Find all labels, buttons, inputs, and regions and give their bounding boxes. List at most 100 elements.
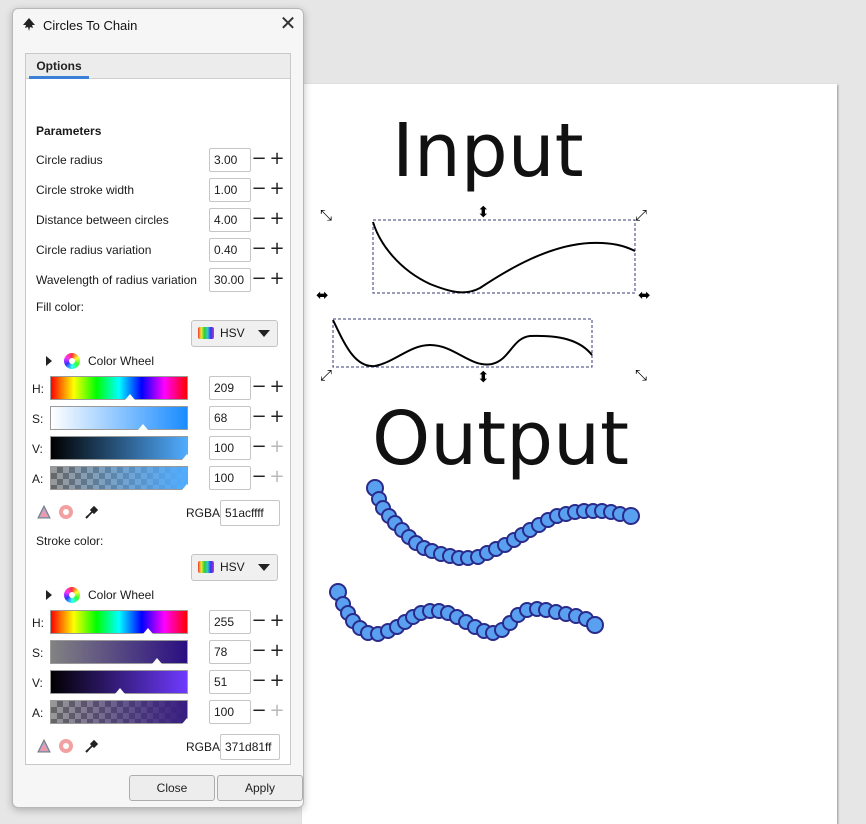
stroke-color-wheel-toggle[interactable]: Color Wheel (46, 585, 246, 605)
scale-handle-n-icon[interactable]: ⬍ (477, 205, 490, 220)
fill-color-wheel-toggle[interactable]: Color Wheel (46, 351, 246, 371)
minus-icon[interactable]: − (250, 178, 268, 202)
scale-handle-s-icon[interactable]: ⬍ (477, 370, 490, 385)
fill-alpha-slider[interactable] (50, 466, 192, 490)
stroke-mode-dropdown[interactable]: HSV (191, 554, 278, 581)
circle-radius-input[interactable]: 3.00 (209, 148, 251, 172)
stroke-rgba-input[interactable]: 371d81ff (220, 734, 280, 760)
plus-icon[interactable]: + (268, 406, 286, 430)
fill-rgba-input[interactable]: 51acffff (220, 500, 280, 526)
plus-icon[interactable]: + (268, 148, 286, 172)
stroke-saturation-input[interactable]: 78 (209, 640, 251, 664)
slider-knob[interactable] (125, 394, 135, 400)
color-wheel-icon (64, 587, 80, 603)
no-color-icon[interactable] (58, 504, 74, 520)
wavelength-input[interactable]: 30.00 (209, 268, 251, 292)
input-curve-top[interactable] (372, 221, 636, 294)
slider-knob[interactable] (182, 718, 192, 724)
slider-knob[interactable] (115, 688, 125, 694)
plus-icon[interactable]: + (268, 640, 286, 664)
scale-handle-sw-icon[interactable]: ⤢ (320, 368, 332, 383)
plus-icon[interactable]: + (268, 670, 286, 694)
parameters-heading: Parameters (36, 124, 102, 138)
fill-hue-input[interactable]: 209 (209, 376, 251, 400)
selection-bbox-bottom (332, 318, 593, 368)
plus-icon[interactable]: + (268, 610, 286, 634)
stroke-alpha-row: A: 100 − + (32, 700, 286, 726)
fill-alpha-input[interactable]: 100 (209, 466, 251, 490)
stroke-alpha-input[interactable]: 100 (209, 700, 251, 724)
hue-label: H: (32, 382, 44, 396)
plus-icon[interactable]: + (268, 376, 286, 400)
param-label: Wavelength of radius variation (36, 273, 197, 287)
plus-icon[interactable]: + (268, 178, 286, 202)
minus-icon[interactable]: − (250, 640, 268, 664)
param-row-radius-variation: Circle radius variation 0.40 − + (36, 238, 286, 262)
fill-saturation-input[interactable]: 68 (209, 406, 251, 430)
fill-value-slider[interactable] (50, 436, 192, 460)
apply-button[interactable]: Apply (217, 775, 303, 801)
scale-handle-w-icon[interactable]: ⬌ (316, 288, 329, 303)
stroke-value-slider[interactable] (50, 670, 188, 694)
fill-saturation-slider[interactable] (50, 406, 188, 430)
stroke-mode-label: HSV (220, 560, 245, 574)
slider-knob[interactable] (182, 454, 192, 460)
dialog-titlebar[interactable]: Circles To Chain ✕ (13, 9, 303, 43)
minus-icon[interactable]: − (250, 610, 268, 634)
minus-icon[interactable]: − (250, 268, 268, 292)
plus-icon[interactable]: + (268, 238, 286, 262)
circles-to-chain-dialog: Circles To Chain ✕ Options Parameters Ci… (12, 8, 304, 808)
no-color-icon[interactable] (58, 738, 74, 754)
scale-handle-nw-icon[interactable]: ⤡ (320, 208, 332, 223)
stroke-value-input[interactable]: 51 (209, 670, 251, 694)
minus-icon[interactable]: − (250, 466, 268, 490)
gamut-triangle-icon[interactable] (36, 504, 52, 520)
circle-chains[interactable] (329, 479, 640, 642)
distance-input[interactable]: 4.00 (209, 208, 251, 232)
saturation-label: S: (32, 646, 44, 660)
slider-knob[interactable] (152, 658, 162, 664)
slider-knob[interactable] (138, 424, 148, 430)
stroke-hue-slider[interactable] (50, 610, 188, 634)
minus-icon[interactable]: − (250, 376, 268, 400)
param-row-wavelength: Wavelength of radius variation 30.00 − + (36, 268, 286, 292)
scale-handle-se-icon[interactable]: ⤡ (635, 368, 647, 383)
scale-handle-ne-icon[interactable]: ⤢ (635, 208, 647, 223)
minus-icon[interactable]: − (250, 436, 268, 460)
param-label: Circle radius (36, 153, 103, 167)
stroke-alpha-slider[interactable] (50, 700, 192, 724)
minus-icon[interactable]: − (250, 238, 268, 262)
plus-icon[interactable]: + (268, 268, 286, 292)
minus-icon[interactable]: − (250, 406, 268, 430)
gamut-triangle-icon[interactable] (36, 738, 52, 754)
fill-hue-slider[interactable] (50, 376, 188, 400)
minus-icon[interactable]: − (250, 148, 268, 172)
minus-icon[interactable]: − (250, 700, 268, 724)
close-button[interactable]: Close (129, 775, 215, 801)
fill-value-input[interactable]: 100 (209, 436, 251, 460)
circle-stroke-width-input[interactable]: 1.00 (209, 178, 251, 202)
radius-variation-spinner: 0.40 − + (209, 238, 286, 262)
hue-label: H: (32, 616, 44, 630)
minus-icon[interactable]: − (250, 670, 268, 694)
tab-options[interactable]: Options (29, 54, 89, 78)
eyedropper-icon[interactable] (84, 504, 100, 520)
input-curve-bottom[interactable] (332, 319, 593, 368)
close-icon[interactable]: ✕ (277, 13, 299, 35)
plus-icon[interactable]: + (268, 208, 286, 232)
distance-spinner: 4.00 − + (209, 208, 286, 232)
slider-knob[interactable] (182, 484, 192, 490)
expander-arrow-icon (46, 356, 52, 366)
stroke-hue-input[interactable]: 255 (209, 610, 251, 634)
scale-handle-e-icon[interactable]: ⬌ (638, 288, 651, 303)
eyedropper-icon[interactable] (84, 738, 100, 754)
fill-mode-dropdown[interactable]: HSV (191, 320, 278, 347)
param-row-distance-between-circles: Distance between circles 4.00 − + (36, 208, 286, 232)
stroke-saturation-slider[interactable] (50, 640, 188, 664)
minus-icon[interactable]: − (250, 208, 268, 232)
fill-tools-row: RGBA: 51acffff (36, 500, 286, 526)
radius-variation-input[interactable]: 0.40 (209, 238, 251, 262)
dialog-title: Circles To Chain (43, 18, 138, 33)
slider-knob[interactable] (143, 628, 153, 634)
stroke-tools-row: RGBA: 371d81ff (36, 734, 286, 760)
